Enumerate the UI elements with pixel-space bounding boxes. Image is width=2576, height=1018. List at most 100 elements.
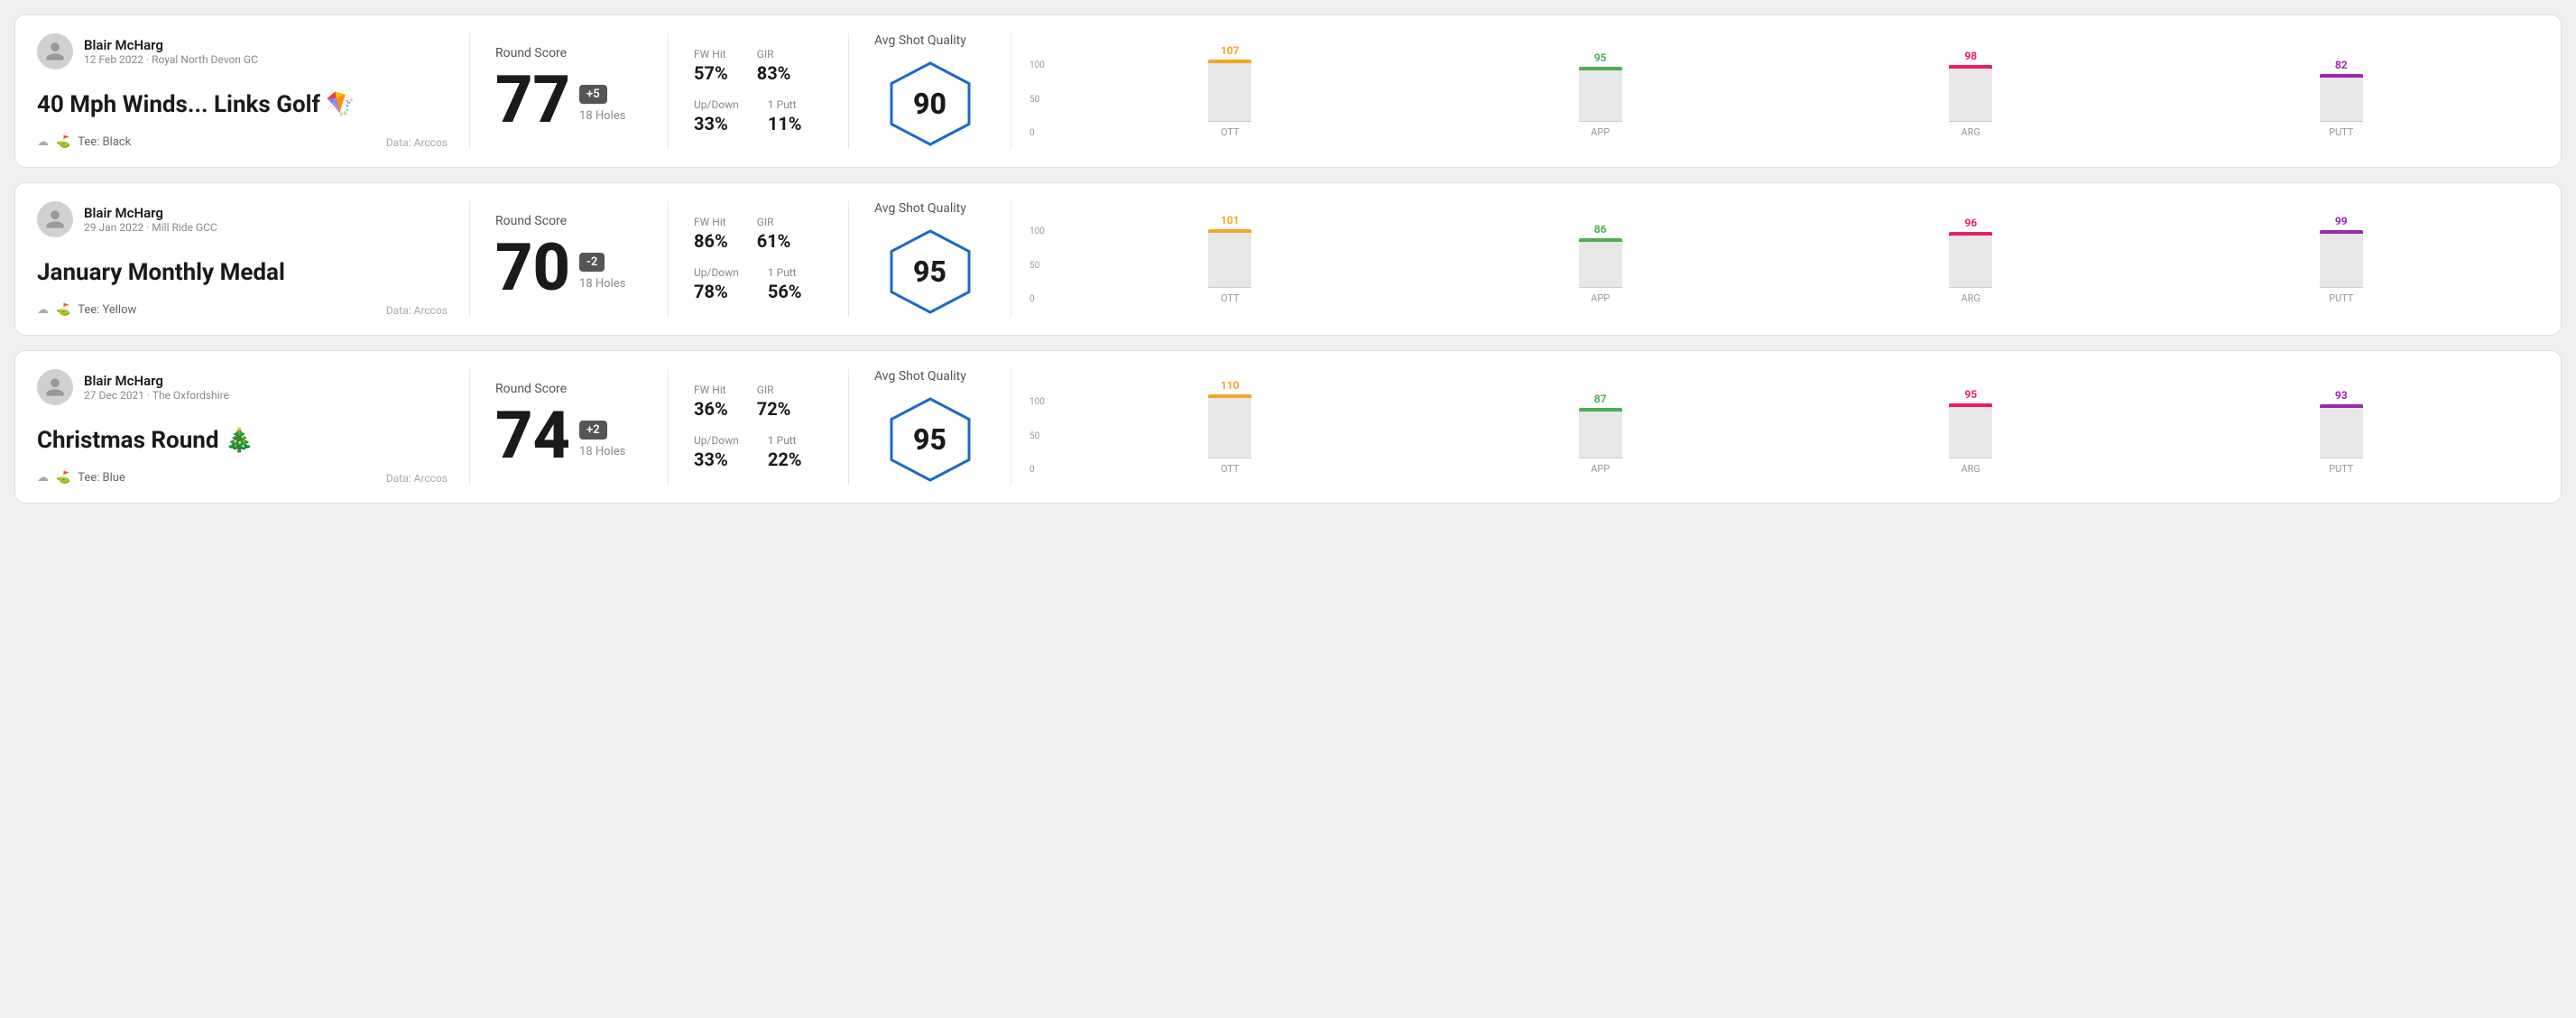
hexagon-container: 90	[885, 59, 975, 149]
card-footer: ☁ ⛳ Tee: Blue Data: Arccos	[37, 471, 448, 485]
bar-body-arg	[1949, 403, 1992, 458]
axis-line-app	[1579, 121, 1622, 122]
chart-y-axis: 100500	[1029, 227, 1045, 304]
stat-label-fw-hit: FW Hit	[694, 216, 728, 228]
stat-fw-hit: FW Hit86%	[694, 216, 728, 252]
stat-value-updown: 33%	[694, 449, 739, 470]
tee-info: ☁ ⛳ Tee: Yellow	[37, 303, 136, 317]
bar-col-app: 86APP	[1420, 223, 1780, 304]
axis-line-putt	[2320, 287, 2363, 288]
bar-top-label-putt: 99	[2335, 215, 2348, 227]
score-section: Round Score 77+518 Holes	[470, 33, 669, 149]
round-card-1: Blair McHarg12 Feb 2022 · Royal North De…	[14, 14, 2562, 168]
stats-row-1: FW Hit86%GIR61%	[694, 216, 823, 252]
bar-body-putt	[2320, 74, 2363, 121]
axis-label-ott: OTT	[1221, 292, 1240, 304]
bar-line-app	[1579, 238, 1622, 242]
tee-label: Tee: Black	[78, 135, 131, 149]
quality-section: Avg Shot Quality 95	[849, 369, 1011, 485]
bar-line-ott	[1208, 229, 1251, 233]
quality-section: Avg Shot Quality 95	[849, 201, 1011, 317]
bar-body-ott	[1208, 394, 1251, 458]
stat-updown: Up/Down33%	[694, 434, 739, 470]
axis-label-app: APP	[1591, 292, 1610, 304]
user-row: Blair McHarg27 Dec 2021 · The Oxfordshir…	[37, 369, 448, 405]
stat-gir: GIR83%	[757, 48, 791, 84]
stat-value-oneputt: 56%	[768, 281, 802, 302]
bar-body-app	[1579, 238, 1622, 287]
bar-col-arg: 98 ARG	[1791, 50, 2151, 138]
stats-row-1: FW Hit57%GIR83%	[694, 48, 823, 84]
score-number: 74	[495, 403, 570, 468]
data-source: Data: Arccos	[386, 136, 448, 149]
chart-y-label: 50	[1029, 431, 1045, 441]
score-badge: +2	[579, 421, 607, 440]
bar-body-ott	[1208, 60, 1251, 121]
user-date: 27 Dec 2021 · The Oxfordshire	[84, 389, 229, 402]
round-title: Christmas Round 🎄	[37, 427, 448, 454]
stat-value-fw-hit: 57%	[694, 62, 728, 84]
bar-col-arg: 96ARG	[1791, 217, 2151, 304]
bar-top-label-app: 95	[1594, 51, 1607, 64]
user-info: Blair McHarg27 Dec 2021 · The Oxfordshir…	[84, 373, 229, 402]
card-footer: ☁ ⛳ Tee: Yellow Data: Arccos	[37, 303, 448, 317]
chart-wrapper: 100500110OTT87APP95ARG93PUTT	[1029, 379, 2521, 475]
chart-section: 100500107OTT95APP98ARG82PUTT	[1011, 33, 2539, 149]
quality-score: 95	[913, 255, 946, 289]
stat-label-updown: Up/Down	[694, 266, 739, 279]
bar-line-arg	[1949, 403, 1992, 407]
stat-label-oneputt: 1 Putt	[768, 434, 802, 447]
axis-label-arg: ARG	[1961, 463, 1980, 475]
chart-y-label: 100	[1029, 397, 1045, 407]
chart-y-label: 100	[1029, 60, 1045, 70]
score-label: Round Score	[495, 46, 642, 60]
axis-line-ott	[1208, 121, 1251, 122]
bar-col-arg: 95ARG	[1791, 388, 2151, 475]
round-title: January Monthly Medal	[37, 259, 448, 286]
stats-row-2: Up/Down33%1 Putt22%	[694, 434, 823, 470]
axis-label-app: APP	[1591, 126, 1610, 138]
chart-y-label: 50	[1029, 95, 1045, 105]
bars-area: 101OTT86APP96ARG99PUTT	[1050, 214, 2521, 304]
stat-updown: Up/Down78%	[694, 266, 739, 302]
score-holes: 18 Holes	[579, 445, 625, 458]
score-badge-holes: -218 Holes	[579, 245, 625, 291]
chart-y-label: 0	[1029, 465, 1045, 475]
tee-info: ☁ ⛳ Tee: Blue	[37, 471, 125, 485]
data-source: Data: Arccos	[386, 304, 448, 317]
stats-row-1: FW Hit36%GIR72%	[694, 384, 823, 420]
stat-value-fw-hit: 36%	[694, 398, 728, 420]
stat-oneputt: 1 Putt11%	[768, 98, 802, 134]
card-left-section: Blair McHarg27 Dec 2021 · The Oxfordshir…	[37, 369, 470, 485]
card-left-section: Blair McHarg12 Feb 2022 · Royal North De…	[37, 33, 470, 149]
card-left-section: Blair McHarg29 Jan 2022 · Mill Ride GCCJ…	[37, 201, 470, 317]
bar-line-app	[1579, 67, 1622, 70]
stat-value-updown: 33%	[694, 113, 739, 134]
axis-label-putt: PUTT	[2329, 126, 2353, 138]
bar-top-label-arg: 98	[1964, 50, 1977, 62]
bag-icon: ⛳	[56, 135, 70, 149]
axis-label-arg: ARG	[1961, 126, 1980, 138]
bars-area: 107OTT95APP98ARG82PUTT	[1050, 44, 2521, 138]
bar-body-arg	[1949, 65, 1992, 121]
bar-col-putt: 82PUTT	[2161, 59, 2521, 138]
axis-label-putt: PUTT	[2329, 292, 2353, 304]
bar-body-putt	[2320, 404, 2363, 458]
score-main: 77+518 Holes	[495, 68, 642, 133]
score-main: 74 +2 18 Holes	[495, 403, 642, 468]
bar-col-ott: 110OTT	[1050, 379, 1410, 475]
stats-section: FW Hit86%GIR61%Up/Down78%1 Putt56%	[669, 201, 849, 317]
data-source: Data: Arccos	[386, 472, 448, 485]
user-info: Blair McHarg12 Feb 2022 · Royal North De…	[84, 37, 258, 66]
round-card-3: Blair McHarg27 Dec 2021 · The Oxfordshir…	[14, 350, 2562, 504]
axis-label-ott: OTT	[1221, 126, 1240, 138]
avatar	[37, 369, 73, 405]
axis-line-ott	[1208, 287, 1251, 288]
stat-value-oneputt: 11%	[768, 113, 802, 134]
bar-col-putt: 99 PUTT	[2161, 215, 2521, 304]
round-title: 40 Mph Winds... Links Golf 🪁	[37, 91, 448, 118]
bar-col-app: 95 APP	[1420, 51, 1780, 138]
score-number: 77	[495, 68, 570, 133]
score-section: Round Score74+218 Holes	[470, 369, 669, 485]
chart-wrapper: 100500107OTT95APP98ARG82PUTT	[1029, 44, 2521, 138]
